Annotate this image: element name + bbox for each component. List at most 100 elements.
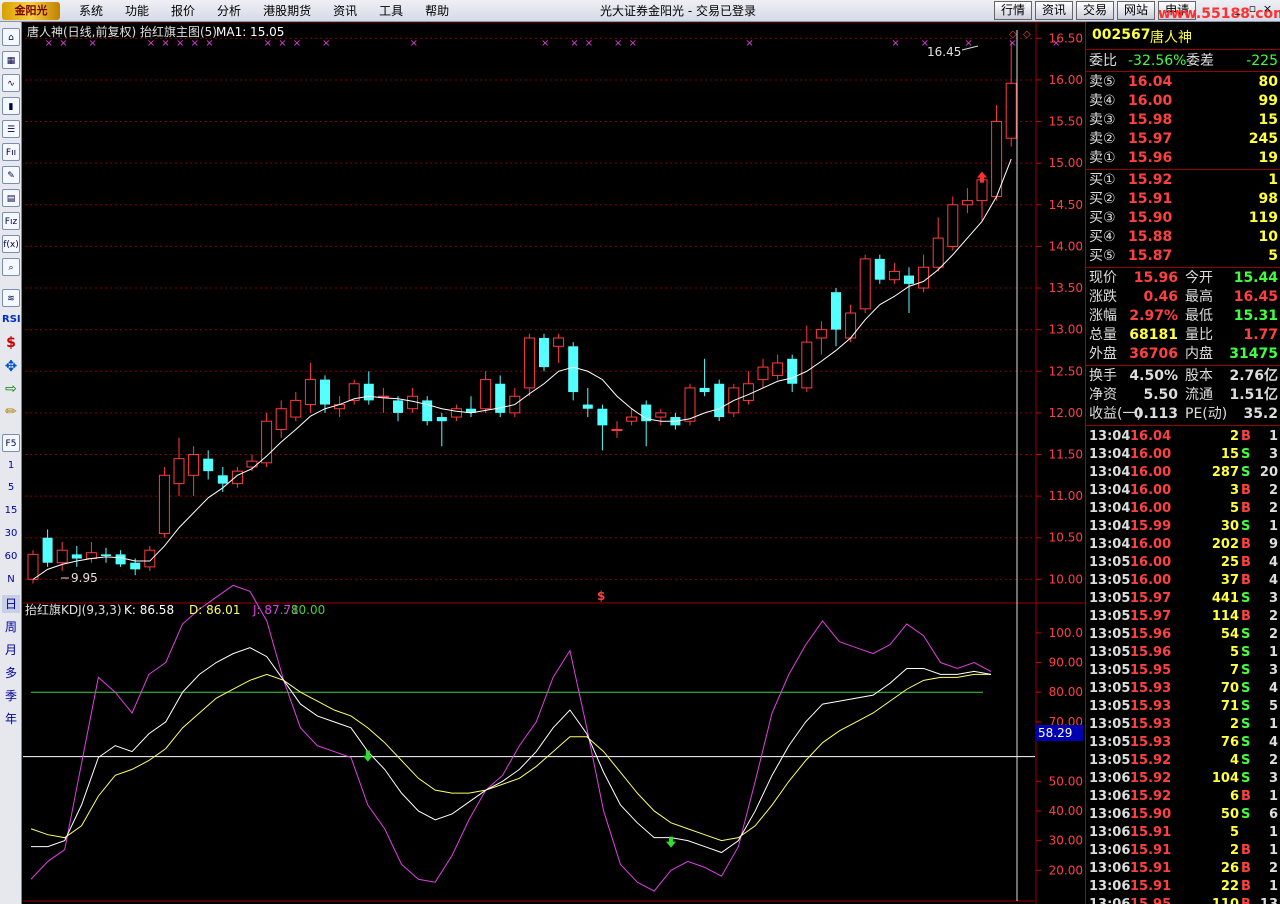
candle-down — [101, 554, 111, 557]
sell-row: 卖① 15.96 19 — [1086, 149, 1280, 167]
tab-website[interactable]: 网站 — [1117, 1, 1156, 20]
period-month[interactable]: 月 — [2, 641, 20, 659]
grid-icon[interactable]: ▦ — [2, 51, 20, 69]
menu-news[interactable]: 资讯 — [322, 0, 368, 22]
tick-side: B — [1241, 501, 1251, 516]
period-multi[interactable]: 多 — [2, 664, 20, 682]
price-tick-label: 16.00 — [1049, 73, 1083, 87]
x-marker: × — [585, 38, 593, 49]
tick-price: 15.91 — [1130, 861, 1172, 876]
divider — [1086, 49, 1280, 50]
period-1min[interactable]: 1 — [2, 457, 20, 475]
rsi-icon[interactable]: RSI — [2, 311, 21, 329]
indicator-icon[interactable]: ≋ — [2, 289, 20, 307]
tab-trade[interactable]: 交易 — [1076, 1, 1115, 20]
home-icon[interactable]: ⌂ — [2, 28, 20, 46]
formula-icon[interactable]: f(x) — [2, 235, 20, 253]
tick-time: 13:05 — [1089, 681, 1131, 696]
tab-market[interactable]: 行情 — [994, 1, 1033, 20]
tick-count: 1 — [1268, 843, 1278, 858]
menu-hk-futures[interactable]: 港股期货 — [252, 0, 322, 22]
tick-row: 13:04 16.00 15 S 3 — [1086, 446, 1280, 464]
info-row: 收益(一) 0.113 PE(动) 35.2 — [1086, 405, 1280, 423]
doc-icon[interactable]: ▤ — [2, 189, 20, 207]
search-icon[interactable]: ⌕ — [2, 258, 20, 276]
menu-analysis[interactable]: 分析 — [206, 0, 252, 22]
x-marker: × — [570, 38, 578, 49]
candle-up — [918, 266, 930, 289]
candle-down — [130, 562, 141, 570]
candle-up — [173, 458, 185, 485]
tick-price: 15.95 — [1130, 663, 1172, 678]
tick-time: 13:05 — [1089, 717, 1131, 732]
kdj-title: 抬红旗KDJ(9,3,3) — [25, 602, 122, 617]
tick-volume: 5 — [1229, 501, 1239, 516]
x-marker: × — [629, 38, 637, 49]
menu-function[interactable]: 功能 — [114, 0, 160, 22]
period-year[interactable]: 年 — [2, 710, 20, 728]
minimize-icon[interactable]: _ — [1232, 2, 1243, 15]
tick-volume: 6 — [1229, 789, 1239, 804]
f12-icon[interactable]: Fız — [2, 212, 20, 230]
tab-news[interactable]: 资讯 — [1035, 1, 1074, 20]
kline-icon[interactable]: ▮ — [2, 97, 20, 115]
period-week[interactable]: 周 — [2, 618, 20, 636]
x-marker: × — [614, 38, 622, 49]
sell-row: 卖③ 15.98 15 — [1086, 111, 1280, 129]
info-value: 5.50 — [1143, 387, 1178, 403]
move-icon[interactable]: ✥ — [2, 357, 20, 375]
buy-label: 买⑤ — [1089, 248, 1116, 264]
note-icon[interactable]: ✎ — [2, 166, 20, 184]
tick-count: 13 — [1260, 896, 1278, 904]
period-day[interactable]: 日 — [2, 595, 20, 613]
menu-quote[interactable]: 报价 — [160, 0, 206, 22]
chart-area[interactable]: × × × × × × × × × × × × × × × × × × × × × × × ×◇ ◇ 16.5016.0015.… — [23, 22, 1085, 904]
candle-up — [991, 121, 1003, 197]
sell-volume: 245 — [1248, 131, 1278, 147]
tick-count: 2 — [1268, 753, 1278, 768]
x-marker: × — [205, 38, 213, 49]
period-season[interactable]: 季 — [2, 687, 20, 705]
line-chart-icon[interactable]: ∿ — [2, 74, 20, 92]
restore-icon[interactable]: ▫ — [1247, 2, 1258, 15]
buy-label: 买④ — [1089, 229, 1116, 245]
period-5min[interactable]: 5 — [2, 479, 20, 497]
close-icon[interactable]: × — [1262, 2, 1273, 15]
tick-price: 16.00 — [1130, 555, 1172, 570]
list-icon[interactable]: ☰ — [2, 120, 20, 138]
tick-row: 13:04 16.04 2 B 1 — [1086, 428, 1280, 446]
price-tick-label: 11.50 — [1049, 448, 1083, 462]
f5-icon[interactable]: F5 — [2, 434, 20, 452]
tick-volume: 2 — [1229, 717, 1239, 732]
price-tick-label: 10.50 — [1049, 531, 1083, 545]
tick-row: 13:05 15.95 7 S 3 — [1086, 662, 1280, 680]
pencil-icon[interactable]: ✏ — [2, 403, 20, 421]
tick-time: 13:05 — [1089, 555, 1131, 570]
menu-help[interactable]: 帮助 — [414, 0, 460, 22]
price-tick-label: 13.00 — [1049, 323, 1083, 337]
f10-icon[interactable]: Fıı — [2, 143, 20, 161]
stat-value: 0.46 — [1143, 289, 1178, 305]
menu-tools[interactable]: 工具 — [368, 0, 414, 22]
export-icon[interactable]: ⇨ — [2, 380, 20, 398]
kdj-j-line — [30, 584, 992, 892]
sell-row: 卖⑤ 16.04 80 — [1086, 73, 1280, 91]
tick-volume: 3 — [1229, 483, 1239, 498]
tick-time: 13:05 — [1089, 627, 1131, 642]
tick-count: 2 — [1268, 483, 1278, 498]
period-15min[interactable]: 15 — [2, 502, 20, 520]
stat-row: 涨跌 0.46 最高 16.45 — [1086, 288, 1280, 306]
candle-up — [450, 408, 462, 418]
tick-price: 15.91 — [1130, 843, 1172, 858]
dollar-marker: $ — [597, 589, 605, 603]
period-60min[interactable]: 60 — [2, 548, 20, 566]
menu-system[interactable]: 系统 — [68, 0, 114, 22]
dollar-icon[interactable]: $ — [2, 334, 20, 352]
tick-row: 13:05 15.96 5 S 1 — [1086, 644, 1280, 662]
period-n[interactable]: N — [2, 571, 20, 589]
candle-down — [393, 400, 403, 413]
period-30min[interactable]: 30 — [2, 525, 20, 543]
tick-volume: 25 — [1220, 555, 1239, 570]
tick-time: 13:06 — [1089, 843, 1131, 858]
kdj-tick-label: 30.00 — [1049, 834, 1083, 848]
